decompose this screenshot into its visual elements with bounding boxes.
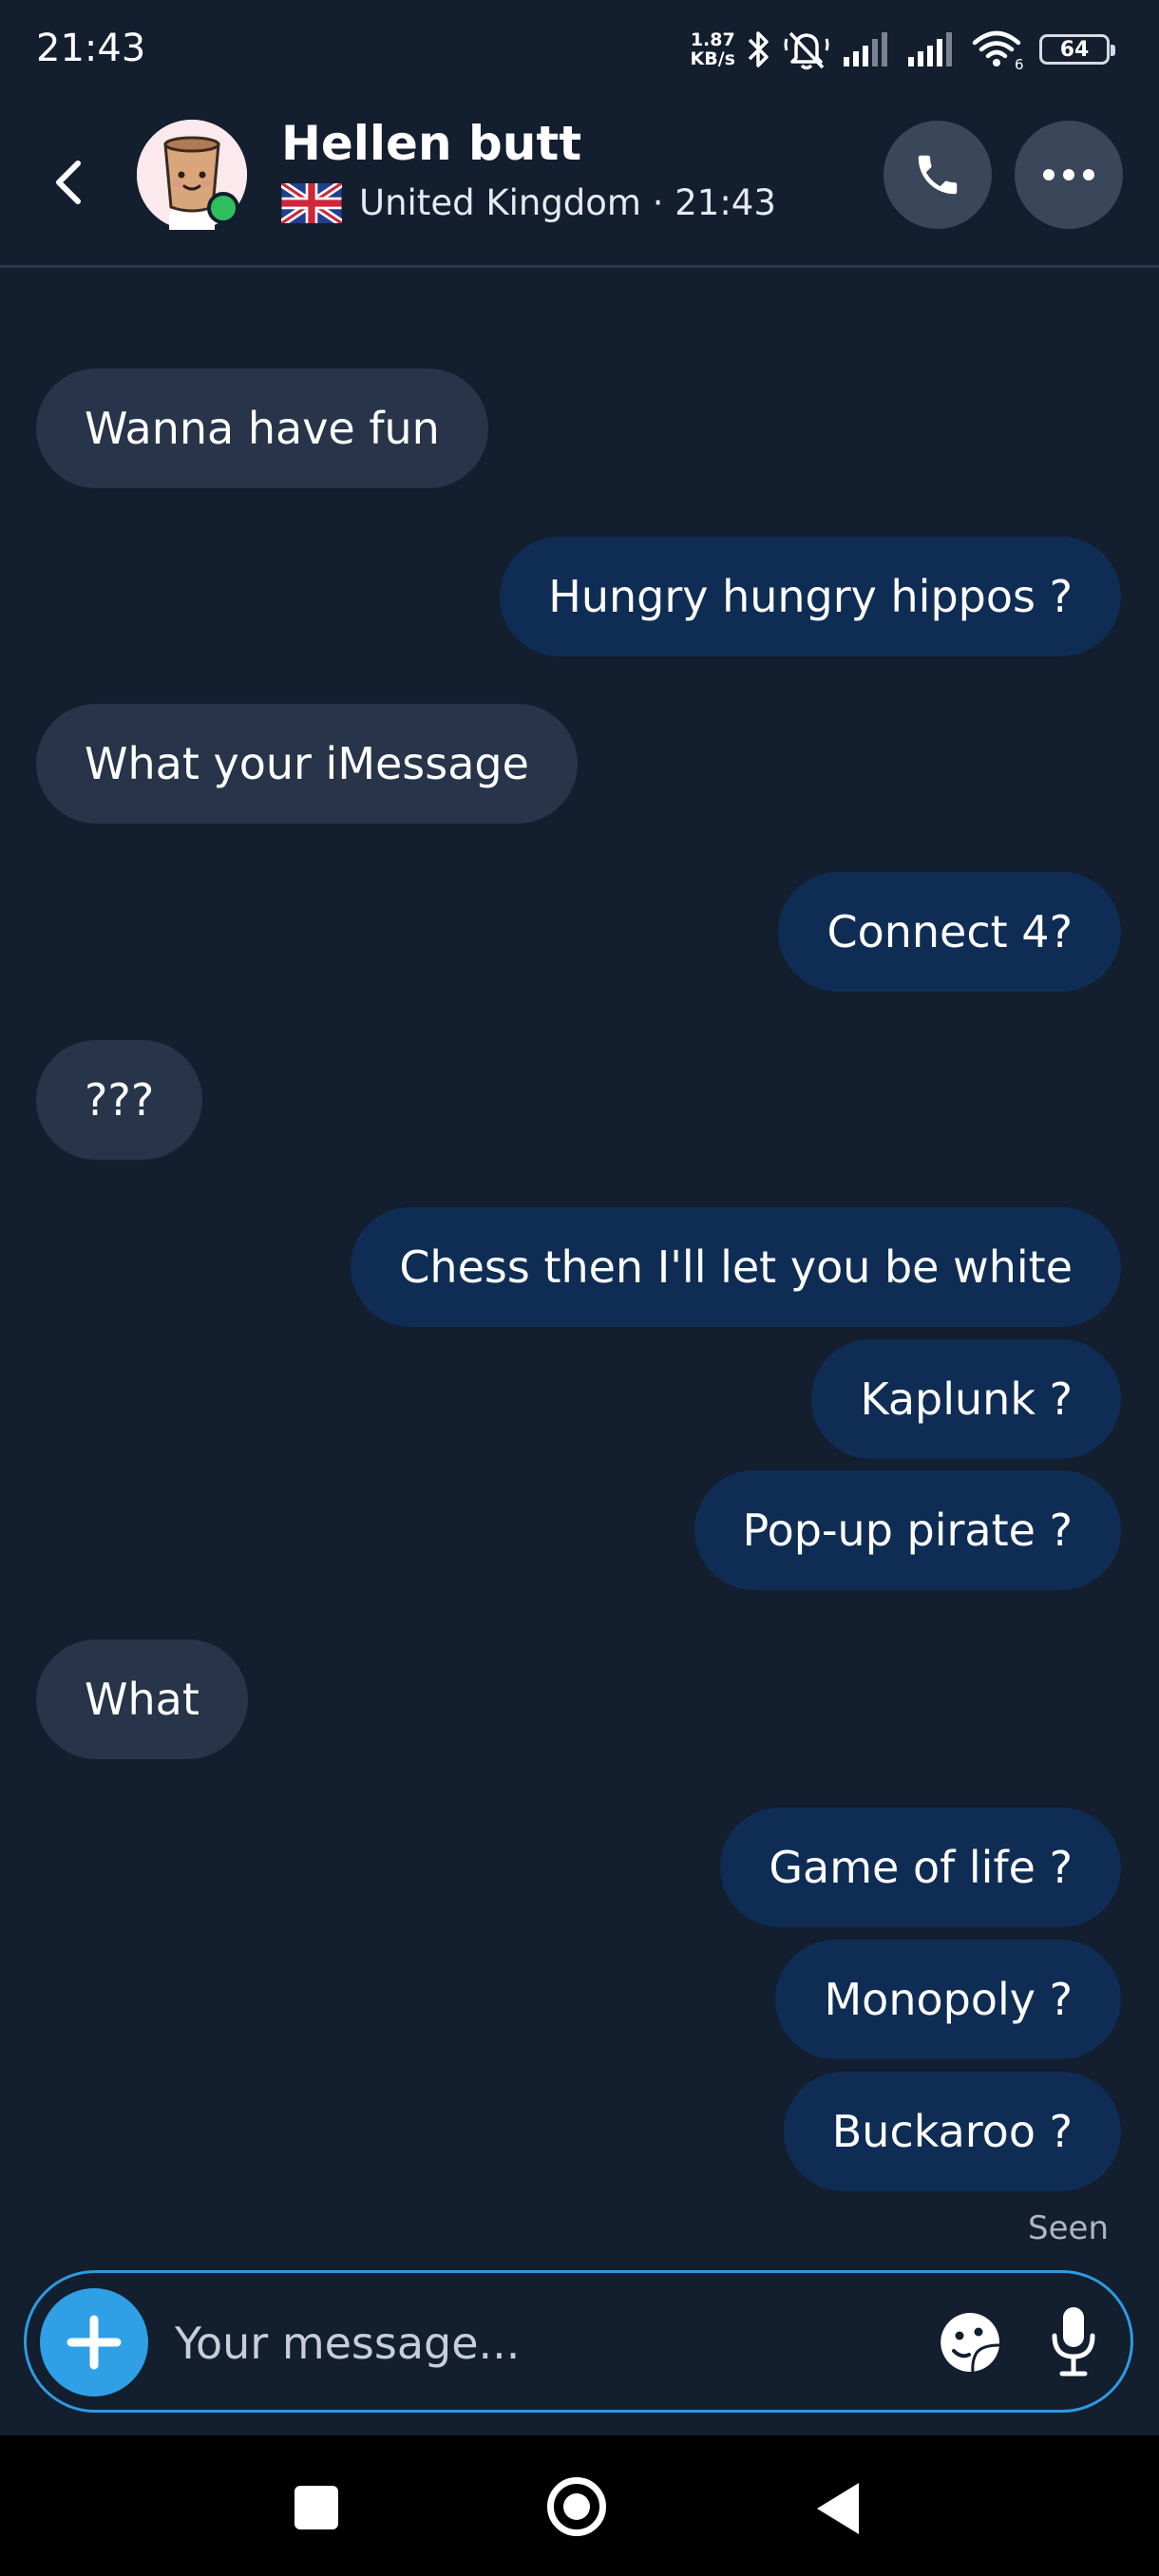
phone-icon (918, 155, 958, 195)
seen-status: Seen (1028, 2209, 1109, 2247)
message-composer (24, 2270, 1133, 2413)
wifi-icon: 6 (972, 30, 1024, 71)
message-bubble-incoming[interactable]: Wanna have fun (36, 369, 488, 488)
message-bubble-outgoing[interactable]: Pop-up pirate ? (694, 1470, 1121, 1590)
contact-location: United Kingdom · 21:43 (281, 182, 776, 223)
contact-country-time: United Kingdom · 21:43 (359, 182, 776, 223)
message-bubble-outgoing[interactable]: Monopoly ? (775, 1940, 1121, 2059)
status-icons: 1.87 KB/s 6 64 (691, 23, 1115, 76)
network-speed-unit: KB/s (690, 48, 735, 69)
bluetooth-icon (748, 31, 769, 67)
message-bubble-incoming[interactable]: What (36, 1639, 248, 1759)
status-time: 21:43 (36, 27, 146, 70)
wifi-badge: 6 (1015, 56, 1024, 71)
battery-level: 64 (1059, 37, 1090, 62)
uk-flag-icon (281, 182, 342, 223)
message-bubble-incoming[interactable]: What your iMessage (36, 704, 578, 824)
network-speed: 1.87 KB/s (691, 30, 735, 68)
message-input[interactable] (173, 2301, 918, 2385)
battery-icon: 64 (1039, 34, 1115, 65)
plus-icon (66, 2315, 122, 2370)
back-button[interactable] (40, 144, 97, 220)
message-bubble-outgoing[interactable]: Hungry hungry hippos ? (500, 537, 1121, 656)
online-status-indicator (207, 192, 239, 224)
contact-name[interactable]: Hellen butt (281, 116, 581, 171)
signal-icon (908, 32, 952, 66)
recents-button[interactable] (294, 2486, 338, 2529)
status-bar: 21:43 1.87 KB/s 6 64 (0, 0, 1159, 95)
silent-mode-icon (784, 31, 829, 70)
voice-message-button[interactable] (1047, 2303, 1100, 2379)
chevron-left-icon (56, 161, 81, 204)
system-navigation-bar (0, 2435, 1159, 2576)
more-options-button[interactable] (1015, 121, 1123, 229)
message-bubble-outgoing[interactable]: Buckaroo ? (783, 2072, 1121, 2191)
attach-button[interactable] (40, 2288, 148, 2396)
sticker-button[interactable] (937, 2309, 1003, 2376)
chat-header: Hellen butt United Kingdom · 21:43 (0, 95, 1159, 268)
message-bubble-outgoing[interactable]: Chess then I'll let you be white (351, 1207, 1121, 1327)
system-back-button[interactable] (817, 2483, 859, 2534)
home-button[interactable] (547, 2477, 606, 2536)
message-bubble-incoming[interactable]: ??? (36, 1040, 203, 1160)
message-bubble-outgoing[interactable]: Kaplunk ? (811, 1339, 1121, 1459)
microphone-icon (1052, 2307, 1095, 2377)
network-speed-value: 1.87 (690, 29, 735, 50)
sticker-icon (940, 2313, 1000, 2373)
message-bubble-outgoing[interactable]: Game of life ? (720, 1808, 1121, 1927)
message-bubble-outgoing[interactable]: Connect 4? (778, 872, 1121, 992)
more-horizontal-icon (1043, 169, 1094, 180)
signal-icon (844, 32, 887, 66)
call-button[interactable] (884, 121, 992, 229)
